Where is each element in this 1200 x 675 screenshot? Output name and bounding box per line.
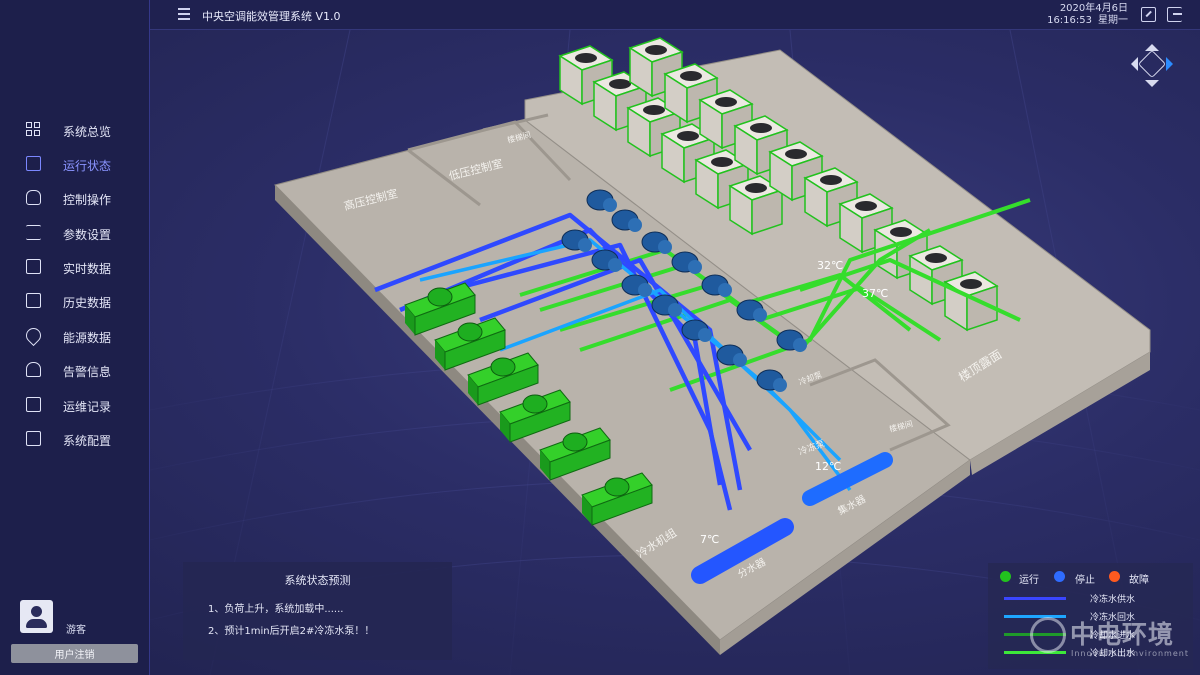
sidebar-item-alarm[interactable]: 告警信息 — [0, 356, 150, 384]
legend-pipe-label: 冷冻水回水 — [1090, 613, 1136, 623]
sidebar-item-realtime[interactable]: 实时数据 — [0, 253, 150, 281]
sidebar-item-config[interactable]: 系统配置 — [0, 425, 150, 453]
sidebar-item-label: 告警信息 — [63, 365, 112, 379]
legend-pipe-label: 冷却水出水 — [1090, 649, 1136, 659]
sidebar-item-label: 参数设置 — [63, 228, 112, 242]
datetime: 2020年4月6日 16:16:53 星期一 — [1047, 3, 1128, 27]
time-text: 16:16:53 — [1047, 15, 1092, 26]
status-running-dot — [1000, 571, 1011, 582]
sidebar-item-params[interactable]: 参数设置 — [0, 219, 150, 247]
arrow-down-icon[interactable] — [1145, 80, 1159, 94]
legend-status-label: 运行 — [1019, 575, 1039, 586]
legend-line-cooling-in — [1004, 633, 1066, 636]
legend-line-chilled-return — [1004, 615, 1066, 618]
sidebar-item-label: 运行状态 — [63, 159, 112, 173]
temp-chilled-supply: 7℃ — [700, 533, 719, 546]
sidebar-item-label: 系统总览 — [63, 125, 112, 139]
temp-cooling-out: 37℃ — [862, 287, 888, 300]
user-logout-button[interactable]: 用户注销 — [11, 644, 138, 663]
sidebar-item-label: 系统配置 — [63, 434, 112, 448]
cube-icon[interactable] — [1137, 49, 1167, 79]
sidebar-item-control[interactable]: 控制操作 — [0, 184, 150, 212]
hamburger-menu-icon[interactable] — [178, 8, 190, 20]
legend-panel: 运行 停止 故障 冷冻水供水 冷冻水回水 冷却水进水 冷却水出水 — [988, 563, 1193, 669]
legend-line-chilled-supply — [1004, 597, 1066, 600]
chart-bars-icon — [26, 259, 41, 274]
user-name: 游客 — [66, 625, 86, 636]
status-fault-dot — [1109, 571, 1120, 582]
bell-icon — [26, 362, 41, 377]
avatar[interactable] — [20, 600, 53, 633]
monitor-check-icon — [26, 156, 41, 171]
legend-line-cooling-out — [1004, 651, 1066, 654]
grid-icon — [26, 122, 41, 137]
sliders-icon — [26, 225, 41, 240]
sidebar-item-history[interactable]: 历史数据 — [0, 287, 150, 315]
sidebar-item-label: 历史数据 — [63, 296, 112, 310]
energy-drop-icon — [22, 324, 45, 347]
prediction-title: 系统状态预测 — [284, 574, 351, 587]
sidebar-item-run-status[interactable]: 运行状态 — [0, 150, 150, 178]
prediction-line-2: 2、预计1min后开启2#冷冻水泵！！ — [208, 626, 375, 637]
legend-pipe-label: 冷却水进水 — [1090, 631, 1136, 641]
app-window: 系统总览 运行状态 控制操作 参数设置 实时数据 历史数据 能源数据 告警信息 — [0, 0, 1200, 675]
sidebar-item-energy[interactable]: 能源数据 — [0, 322, 150, 350]
legend-pipe-label: 冷冻水供水 — [1090, 595, 1136, 605]
sidebar-item-label: 运维记录 — [63, 400, 112, 414]
prediction-line-1: 1、负荷上升，系统加载中...... — [208, 604, 344, 615]
edit-log-icon — [26, 397, 41, 412]
arrow-up-icon[interactable] — [1145, 37, 1159, 51]
legend-status-label: 故障 — [1129, 575, 1149, 586]
weekday-text: 星期一 — [1098, 15, 1128, 26]
sidebar-item-maintenance[interactable]: 运维记录 — [0, 391, 150, 419]
status-stopped-dot — [1054, 571, 1065, 582]
arrow-left-icon[interactable] — [1124, 57, 1138, 71]
app-title: 中央空调能效管理系统 V1.0 — [202, 10, 341, 23]
sidebar-item-label: 能源数据 — [63, 331, 112, 345]
top-bar: 中央空调能效管理系统 V1.0 2020年4月6日 16:16:53 星期一 — [150, 0, 1200, 30]
fullscreen-icon[interactable] — [1141, 7, 1156, 22]
hand-pointer-icon — [26, 190, 41, 205]
sidebar-item-label: 实时数据 — [63, 262, 112, 276]
view-navigation-cube — [1126, 40, 1178, 90]
temp-cooling-in: 32℃ — [817, 259, 843, 272]
sidebar-item-label: 控制操作 — [63, 193, 112, 207]
sidebar: 系统总览 运行状态 控制操作 参数设置 实时数据 历史数据 能源数据 告警信息 — [0, 0, 150, 675]
legend-status-label: 停止 — [1075, 575, 1095, 586]
exit-icon[interactable] — [1167, 7, 1182, 22]
date-text: 2020年4月6日 — [1059, 3, 1128, 14]
settings-screen-icon — [26, 431, 41, 446]
sidebar-item-overview[interactable]: 系统总览 — [0, 116, 150, 144]
temp-chilled-return: 12℃ — [815, 460, 841, 473]
cooling-tower[interactable] — [943, 271, 999, 332]
system-prediction-panel: 系统状态预测 1、负荷上升，系统加载中...... 2、预计1min后开启2#冷… — [183, 562, 452, 660]
arrow-right-icon[interactable] — [1166, 57, 1180, 71]
calendar-icon — [26, 293, 41, 308]
